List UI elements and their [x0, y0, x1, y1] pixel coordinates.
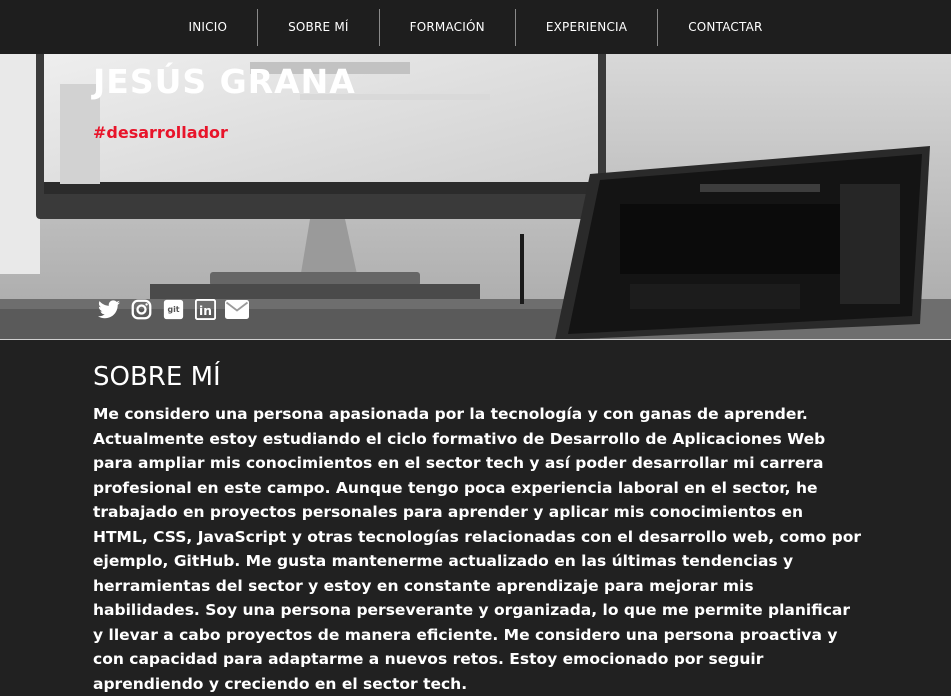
- hero-name: JESÚS GRANA: [93, 62, 356, 101]
- instagram-icon-glyph: [131, 299, 151, 319]
- twitter-icon-glyph: [98, 299, 120, 318]
- nav-link-contactar[interactable]: CONTACTAR: [658, 9, 792, 46]
- social-links: git in: [97, 297, 249, 321]
- nav-link-formacion[interactable]: FORMACIÓN: [380, 9, 515, 46]
- hero-tagline: #desarrollador: [93, 123, 228, 142]
- envelope-icon[interactable]: [225, 297, 249, 321]
- linkedin-icon-glyph: in: [194, 298, 216, 320]
- about-text: Me considero una persona apasionada por …: [93, 405, 862, 693]
- git-icon-glyph: git: [163, 299, 183, 319]
- hero-divider: [0, 339, 951, 340]
- top-nav: INICIO SOBRE MÍ FORMACIÓN EXPERIENCIA CO…: [0, 0, 951, 54]
- envelope-icon-glyph: [225, 299, 249, 319]
- about-title: SOBRE MÍ: [93, 362, 221, 392]
- nav-list: INICIO SOBRE MÍ FORMACIÓN EXPERIENCIA CO…: [158, 0, 792, 54]
- hero-banner: JESÚS GRANA #desarrollador git in: [0, 54, 951, 340]
- git-icon-text: git: [167, 305, 179, 314]
- linkedin-icon-text: in: [199, 303, 212, 317]
- twitter-icon[interactable]: [97, 297, 121, 321]
- nav-link-experiencia[interactable]: EXPERIENCIA: [516, 9, 657, 46]
- nav-link-inicio[interactable]: INICIO: [158, 9, 257, 46]
- git-icon[interactable]: git: [161, 297, 185, 321]
- linkedin-icon[interactable]: in: [193, 297, 217, 321]
- instagram-icon[interactable]: [129, 297, 153, 321]
- about-section: SOBRE MÍ Me considero una persona apasio…: [93, 362, 863, 696]
- nav-link-sobre-mi[interactable]: SOBRE MÍ: [258, 9, 379, 46]
